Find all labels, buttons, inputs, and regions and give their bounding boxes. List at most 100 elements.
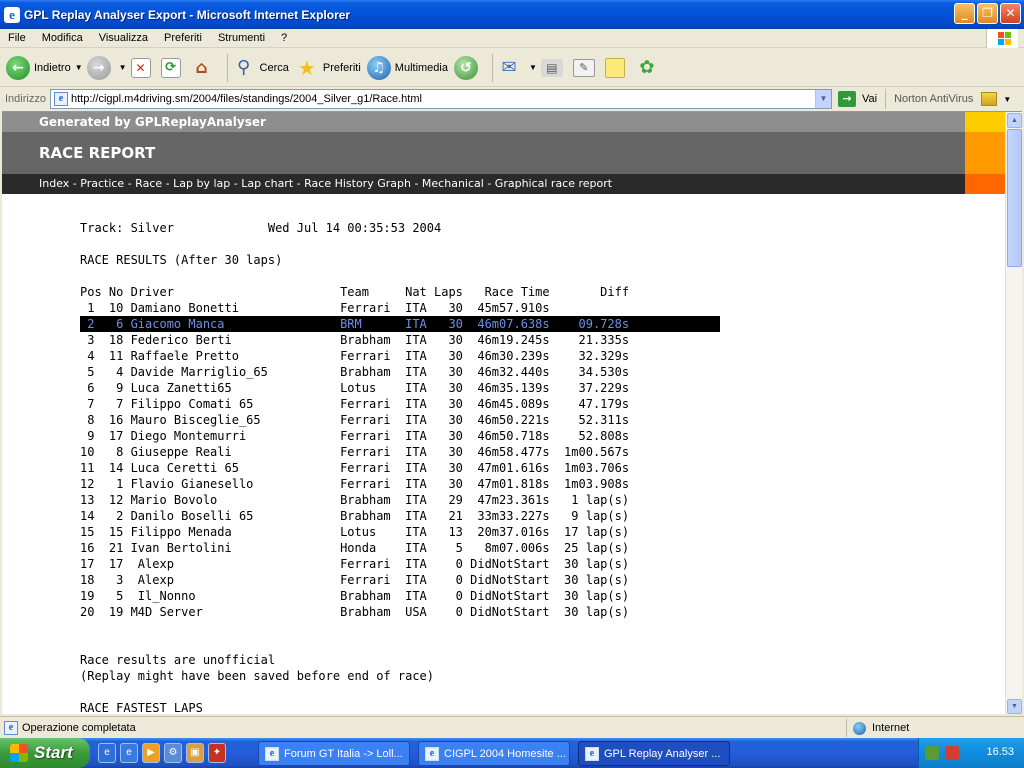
menu-edit[interactable]: Modifica: [34, 32, 91, 44]
result-row: 5 4 Davide Marriglio_65 Brabham ITA 30 4…: [80, 365, 630, 379]
norton-icon[interactable]: [981, 92, 998, 106]
back-button[interactable]: ← Indietro: [6, 55, 71, 80]
scroll-up-icon[interactable]: ▲: [1007, 113, 1022, 128]
toolbar: ← Indietro ▼ → ▼ ✕ ⟳ ⌂ ⚲ Cerca ★ Preferi…: [0, 49, 1024, 87]
windows-flag-icon: [986, 29, 1018, 48]
norton-dropdown-icon[interactable]: ▼: [1003, 95, 1011, 104]
mail-dropdown-icon[interactable]: ▼: [529, 63, 537, 72]
media-player-icon[interactable]: ▶: [142, 743, 160, 763]
tray-antivirus-icon[interactable]: [945, 746, 959, 760]
taskbar: Start e e ▶ ⚙ ▣ ✦ e Forum GT Italia -> L…: [0, 738, 1024, 768]
app-quicklaunch-icon[interactable]: ✦: [208, 743, 226, 763]
title-bar: e GPL Replay Analyser Export - Microsoft…: [0, 0, 1024, 29]
ie-icon: e: [585, 746, 599, 761]
window-controls: _ ❐ ✕: [954, 3, 1021, 24]
nav-race-history-graph[interactable]: Race History Graph: [304, 177, 411, 190]
stop-button[interactable]: ✕: [130, 57, 155, 78]
result-row: 7 7 Filippo Comati 65 Ferrari ITA 30 46m…: [80, 397, 630, 411]
refresh-icon: ⟳: [160, 57, 181, 78]
search-icon: ⚲: [236, 56, 251, 78]
nav-mechanical[interactable]: Mechanical: [422, 177, 484, 190]
menu-favorites[interactable]: Preferiti: [156, 32, 210, 44]
menu-view[interactable]: Visualizza: [91, 32, 156, 44]
quick-launch: e e ▶ ⚙ ▣ ✦: [98, 743, 226, 763]
icq-button[interactable]: ✿: [635, 56, 663, 80]
nav-lap-by-lap[interactable]: Lap by lap: [173, 177, 230, 190]
clock: 16.53: [986, 746, 1014, 758]
ie2-quicklaunch-icon[interactable]: e: [120, 743, 138, 763]
page-done-icon: e: [4, 720, 18, 735]
go-arrow-icon: →: [837, 91, 856, 107]
network-icon[interactable]: ⚙: [164, 743, 182, 763]
folder-quicklaunch-icon[interactable]: ▣: [186, 743, 204, 763]
result-row: 13 12 Mario Bovolo Brabham ITA 29 47m23.…: [80, 493, 630, 507]
menu-help[interactable]: ?: [273, 32, 295, 44]
nav-race[interactable]: Race: [135, 177, 162, 190]
result-row: 17 17 Alexp Ferrari ITA 0 DidNotStart 30…: [80, 557, 630, 571]
edit-button[interactable]: ✎: [572, 58, 599, 77]
url-text[interactable]: http://cigpl.m4driving.sm/2004/files/sta…: [71, 93, 422, 105]
note-icon: [604, 57, 625, 78]
nav-practice[interactable]: Practice: [80, 177, 124, 190]
vertical-scrollbar[interactable]: ▲ ▼: [1005, 112, 1022, 714]
go-button[interactable]: → Vai: [837, 91, 878, 107]
nav-index[interactable]: Index: [39, 177, 69, 190]
result-row: 3 18 Federico Berti Brabham ITA 30 46m19…: [80, 333, 630, 347]
result-row: 1 10 Damiano Bonetti Ferrari ITA 30 45m5…: [80, 301, 630, 315]
header-swatch-orange: [965, 132, 1005, 174]
media-button[interactable]: ♫ Multimedia: [366, 55, 448, 80]
home-button[interactable]: ⌂: [191, 58, 217, 78]
norton-label[interactable]: Norton AntiVirus: [894, 93, 973, 105]
scroll-down-icon[interactable]: ▼: [1007, 699, 1022, 714]
discuss-button[interactable]: [604, 57, 629, 78]
refresh-button[interactable]: ⟳: [160, 57, 185, 78]
back-dropdown-icon[interactable]: ▼: [75, 63, 83, 72]
print-button[interactable]: ▤: [540, 58, 567, 77]
page-icon: e: [53, 92, 68, 106]
media-icon: ♫: [366, 55, 391, 80]
favorites-button[interactable]: ★ Preferiti: [295, 56, 361, 80]
address-label: Indirizzo: [5, 93, 46, 105]
history-button[interactable]: ↺: [453, 55, 482, 80]
address-input[interactable]: e http://cigpl.m4driving.sm/2004/files/s…: [49, 89, 832, 109]
forward-dropdown-icon[interactable]: ▼: [119, 63, 127, 72]
nav-graphical-race-report[interactable]: Graphical race report: [495, 177, 612, 190]
forward-arrow-icon: →: [86, 55, 111, 80]
result-row: 6 9 Luca Zanetti65 Lotus ITA 30 46m35.13…: [80, 381, 630, 395]
toolbar-separator: [226, 53, 228, 82]
status-text: Operazione completata: [22, 721, 136, 734]
nav-lap-chart[interactable]: Lap chart: [241, 177, 293, 190]
go-label: Vai: [861, 93, 878, 105]
taskbar-item-cigpl[interactable]: e CIGPL 2004 Homesite ...: [418, 741, 570, 766]
minimize-button[interactable]: _: [954, 3, 975, 24]
result-row: 8 16 Mauro Bisceglie_65 Ferrari ITA 30 4…: [80, 413, 630, 427]
close-button[interactable]: ✕: [1000, 3, 1021, 24]
window-title: GPL Replay Analyser Export - Microsoft I…: [24, 7, 351, 22]
header-swatch-yellow: [965, 112, 1005, 132]
menu-tools[interactable]: Strumenti: [210, 32, 273, 44]
start-button[interactable]: Start: [0, 738, 90, 768]
taskbar-item-gpl-replay[interactable]: e GPL Replay Analyser ...: [578, 741, 730, 766]
page-viewport: Generated by GPLReplayAnalyser RACE REPO…: [2, 111, 1022, 714]
stop-icon: ✕: [130, 57, 151, 78]
maximize-button[interactable]: ❐: [977, 3, 998, 24]
search-button[interactable]: ⚲ Cerca: [232, 56, 289, 80]
scroll-thumb[interactable]: [1007, 129, 1022, 267]
menu-file[interactable]: File: [0, 32, 34, 44]
taskbar-item-forum[interactable]: e Forum GT Italia -> Loll...: [258, 741, 410, 766]
tray-app-icon[interactable]: [925, 746, 939, 760]
start-label: Start: [34, 743, 73, 762]
race-report: Track: Silver Wed Jul 14 00:35:53 2004 RA…: [80, 220, 720, 714]
address-dropdown-icon[interactable]: ▼: [814, 90, 831, 108]
mail-button[interactable]: ✉: [497, 56, 525, 80]
forward-button[interactable]: →: [86, 55, 115, 80]
result-row: 15 15 Filippo Menada Lotus ITA 13 20m37.…: [80, 525, 630, 539]
result-row: 19 5 Il_Nonno Brabham ITA 0 DidNotStart …: [80, 589, 630, 603]
page-title: RACE REPORT: [2, 132, 965, 174]
ie-quicklaunch-icon[interactable]: e: [98, 743, 116, 763]
ie-icon: e: [265, 746, 279, 761]
icq-flower-icon: ✿: [639, 56, 655, 78]
